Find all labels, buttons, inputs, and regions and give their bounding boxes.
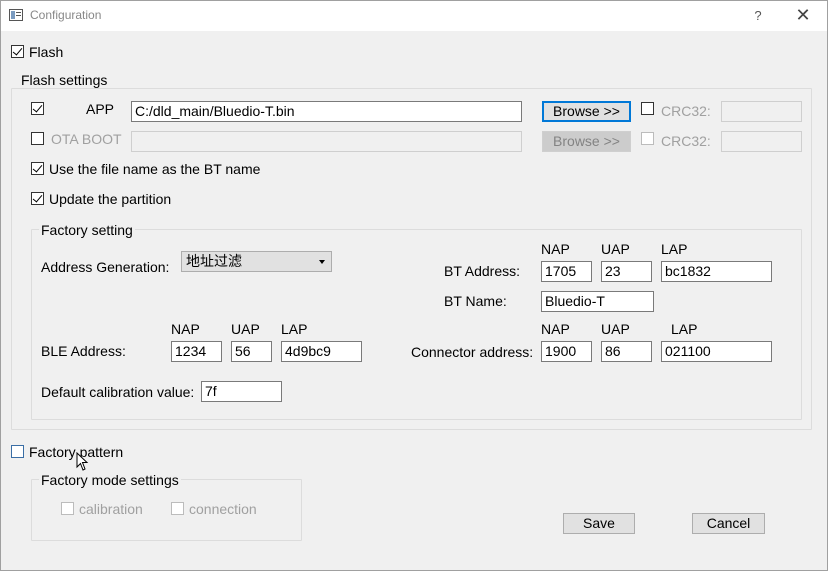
- factory-setting-title: Factory setting: [39, 222, 135, 238]
- default-calibration-label: Default calibration value:: [41, 384, 195, 400]
- use-filename-checkbox[interactable]: [31, 162, 44, 175]
- bt-address-label: BT Address:: [444, 263, 521, 279]
- ota-crc-label: CRC32:: [661, 133, 711, 149]
- close-icon[interactable]: ✕: [793, 6, 813, 26]
- connector-lap-input[interactable]: 021100: [661, 341, 772, 362]
- ble-address-label: BLE Address:: [41, 343, 126, 359]
- app-crc-label: CRC32:: [661, 103, 711, 119]
- ble-nap-input[interactable]: 1234: [171, 341, 222, 362]
- connector-uap-header: UAP: [601, 321, 630, 337]
- address-generation-select[interactable]: 地址过滤: [181, 251, 332, 272]
- ota-boot-checkbox[interactable]: [31, 132, 44, 145]
- flash-checkbox[interactable]: [11, 45, 24, 58]
- ble-lap-input[interactable]: 4d9bc9: [281, 341, 362, 362]
- connector-lap-header: LAP: [671, 321, 698, 337]
- ota-path-input[interactable]: [131, 131, 522, 152]
- bt-name-input[interactable]: Bluedio-T: [541, 291, 654, 312]
- bt-uap-header: UAP: [601, 241, 630, 257]
- app-path-input[interactable]: C:/dld_main/Bluedio-T.bin: [131, 101, 522, 122]
- ota-boot-label: OTA BOOT: [51, 131, 122, 147]
- use-filename-label: Use the file name as the BT name: [49, 161, 261, 177]
- bt-lap-input[interactable]: bc1832: [661, 261, 772, 282]
- chevron-down-icon: [319, 260, 325, 264]
- flash-settings-title: Flash settings: [19, 72, 110, 88]
- address-generation-value: 地址过滤: [186, 253, 242, 269]
- title-bar: [0, 0, 828, 31]
- ota-browse-button[interactable]: Browse >>: [542, 131, 631, 152]
- window-title: Configuration: [30, 8, 102, 22]
- default-calibration-input[interactable]: 7f: [201, 381, 282, 402]
- cancel-button[interactable]: Cancel: [692, 513, 765, 534]
- connector-nap-input[interactable]: 1900: [541, 341, 592, 362]
- bt-name-label: BT Name:: [444, 293, 507, 309]
- ble-uap-header: UAP: [231, 321, 260, 337]
- connection-checkbox[interactable]: [171, 502, 184, 515]
- ota-crc-checkbox[interactable]: [641, 132, 654, 145]
- update-partition-checkbox[interactable]: [31, 192, 44, 205]
- connection-label: connection: [189, 501, 257, 517]
- connector-address-label: Connector address:: [411, 344, 534, 360]
- app-browse-button[interactable]: Browse >>: [542, 101, 631, 122]
- ota-crc-input[interactable]: [721, 131, 802, 152]
- help-button[interactable]: ?: [748, 6, 768, 26]
- app-checkbox[interactable]: [31, 102, 44, 115]
- bt-uap-input[interactable]: 23: [601, 261, 652, 282]
- app-crc-checkbox[interactable]: [641, 102, 654, 115]
- app-icon: [9, 9, 23, 21]
- ble-nap-header: NAP: [171, 321, 200, 337]
- connector-nap-header: NAP: [541, 321, 570, 337]
- ble-uap-input[interactable]: 56: [231, 341, 272, 362]
- connector-uap-input[interactable]: 86: [601, 341, 652, 362]
- address-generation-label: Address Generation:: [41, 259, 170, 275]
- save-button[interactable]: Save: [563, 513, 635, 534]
- app-label: APP: [86, 101, 115, 117]
- mouse-cursor-icon: [76, 452, 89, 471]
- update-partition-label: Update the partition: [49, 191, 172, 207]
- app-crc-input[interactable]: [721, 101, 802, 122]
- calibration-checkbox[interactable]: [61, 502, 74, 515]
- calibration-label: calibration: [79, 501, 143, 517]
- bt-nap-input[interactable]: 1705: [541, 261, 592, 282]
- ble-lap-header: LAP: [281, 321, 308, 337]
- bt-lap-header: LAP: [661, 241, 688, 257]
- factory-mode-title: Factory mode settings: [39, 472, 181, 488]
- factory-pattern-checkbox[interactable]: [11, 445, 24, 458]
- flash-label: Flash: [29, 44, 64, 60]
- bt-nap-header: NAP: [541, 241, 570, 257]
